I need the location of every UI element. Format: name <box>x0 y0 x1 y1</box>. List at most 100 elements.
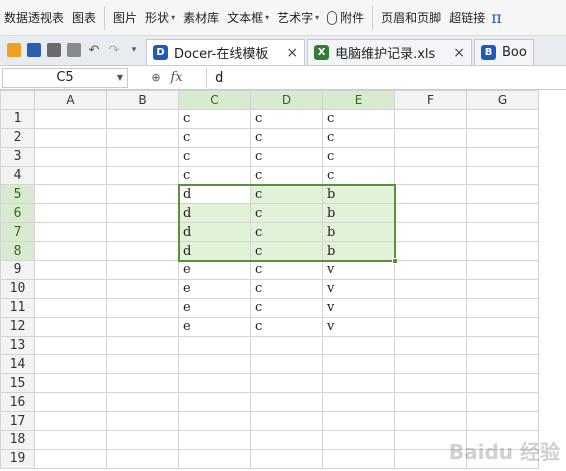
cell-f11[interactable] <box>394 297 467 318</box>
cell-a9[interactable] <box>34 260 107 280</box>
cell-b10[interactable] <box>106 278 179 299</box>
cell-f6[interactable] <box>394 203 467 224</box>
open-folder-icon[interactable] <box>7 43 21 57</box>
cell-b2[interactable] <box>106 127 179 148</box>
cell-f3[interactable] <box>394 146 467 167</box>
cell-e19[interactable] <box>322 448 395 469</box>
cell-f10[interactable] <box>394 278 467 299</box>
cell-e2[interactable]: c <box>322 127 395 148</box>
cell-a19[interactable] <box>34 448 107 469</box>
cell-g13[interactable] <box>466 335 539 356</box>
cell-c9[interactable]: e <box>178 260 251 280</box>
column-header-b[interactable]: B <box>106 90 179 110</box>
ribbon-item-4[interactable]: 素材库 <box>179 0 223 35</box>
row-header-16[interactable]: 16 <box>0 392 35 413</box>
cell-a15[interactable] <box>34 373 107 394</box>
undo-icon[interactable]: ↶ <box>87 43 101 58</box>
cell-f2[interactable] <box>394 127 467 148</box>
ribbon-item-8[interactable]: 页眉和页脚 <box>377 0 445 35</box>
cell-g6[interactable] <box>466 203 539 224</box>
row-header-10[interactable]: 10 <box>0 278 35 299</box>
cell-e14[interactable] <box>322 354 395 375</box>
cell-c13[interactable] <box>178 335 251 356</box>
cell-e10[interactable]: v <box>322 278 395 299</box>
column-header-d[interactable]: D <box>250 90 323 110</box>
cell-e16[interactable] <box>322 392 395 413</box>
cell-g17[interactable] <box>466 411 539 432</box>
cell-a17[interactable] <box>34 411 107 432</box>
cell-g14[interactable] <box>466 354 539 375</box>
cell-f12[interactable] <box>394 316 467 337</box>
cell-c16[interactable] <box>178 392 251 413</box>
insert-function-button[interactable]: fx <box>171 70 183 85</box>
row-header-2[interactable]: 2 <box>0 127 35 148</box>
column-header-g[interactable]: G <box>466 90 539 110</box>
cell-g15[interactable] <box>466 373 539 394</box>
cell-g11[interactable] <box>466 297 539 318</box>
cell-b18[interactable] <box>106 430 179 450</box>
row-header-14[interactable]: 14 <box>0 354 35 375</box>
column-header-e[interactable]: E <box>322 90 395 110</box>
cell-a7[interactable] <box>34 222 107 243</box>
row-header-8[interactable]: 8 <box>0 241 35 262</box>
cell-b4[interactable] <box>106 165 179 186</box>
row-header-12[interactable]: 12 <box>0 316 35 337</box>
row-header-19[interactable]: 19 <box>0 448 35 469</box>
ribbon-item-6[interactable]: 艺术字 ▾ <box>273 0 323 35</box>
tab-document-0[interactable]: D Docer-在线模板 × <box>146 39 306 65</box>
cell-d12[interactable]: c <box>250 316 323 337</box>
cell-c11[interactable]: e <box>178 297 251 318</box>
cell-c12[interactable]: e <box>178 316 251 337</box>
fill-handle[interactable] <box>391 257 398 264</box>
cell-g9[interactable] <box>466 260 539 280</box>
cell-b3[interactable] <box>106 146 179 167</box>
cell-d13[interactable] <box>250 335 323 356</box>
cell-b19[interactable] <box>106 448 179 469</box>
cell-g5[interactable] <box>466 184 539 205</box>
ribbon-item-2[interactable]: 图片 <box>109 0 141 35</box>
cell-a1[interactable] <box>34 108 107 129</box>
cell-a13[interactable] <box>34 335 107 356</box>
ribbon-item-0[interactable]: 数据透视表 <box>0 0 68 35</box>
cell-c17[interactable] <box>178 411 251 432</box>
chevron-down-icon[interactable]: ▾ <box>265 13 269 22</box>
cell-e1[interactable]: c <box>322 108 395 129</box>
cell-a14[interactable] <box>34 354 107 375</box>
column-header-c[interactable]: C <box>178 90 251 110</box>
cell-f17[interactable] <box>394 411 467 432</box>
save-icon[interactable] <box>27 43 41 57</box>
ribbon-item-7[interactable]: 附件 <box>323 0 368 35</box>
cell-e5[interactable]: b <box>322 184 395 205</box>
cell-f13[interactable] <box>394 335 467 356</box>
column-header-f[interactable]: F <box>394 90 467 110</box>
formula-pi-icon[interactable]: π <box>491 8 502 27</box>
cell-d17[interactable] <box>250 411 323 432</box>
chevron-down-icon[interactable]: ▾ <box>315 13 319 22</box>
cell-d16[interactable] <box>250 392 323 413</box>
cell-d10[interactable]: c <box>250 278 323 299</box>
cell-g2[interactable] <box>466 127 539 148</box>
cell-f7[interactable] <box>394 222 467 243</box>
cell-b11[interactable] <box>106 297 179 318</box>
cell-e7[interactable]: b <box>322 222 395 243</box>
ribbon-item-5[interactable]: 文本框 ▾ <box>223 0 273 35</box>
cell-e12[interactable]: v <box>322 316 395 337</box>
cell-a5[interactable] <box>34 184 107 205</box>
cell-f14[interactable] <box>394 354 467 375</box>
cell-g10[interactable] <box>466 278 539 299</box>
close-icon[interactable]: × <box>286 45 298 61</box>
cell-f1[interactable] <box>394 108 467 129</box>
cell-a4[interactable] <box>34 165 107 186</box>
cell-d18[interactable] <box>250 430 323 450</box>
name-box[interactable]: C5 ▼ <box>2 67 128 88</box>
cell-c1[interactable]: c <box>178 108 251 129</box>
cell-g3[interactable] <box>466 146 539 167</box>
tab-document-1[interactable]: X 电脑维护记录.xls × <box>307 39 473 65</box>
cell-c18[interactable] <box>178 430 251 450</box>
cell-e4[interactable]: c <box>322 165 395 186</box>
row-header-1[interactable]: 1 <box>0 108 35 129</box>
cell-b6[interactable] <box>106 203 179 224</box>
cell-e11[interactable]: v <box>322 297 395 318</box>
cell-f9[interactable] <box>394 260 467 280</box>
cell-c4[interactable]: c <box>178 165 251 186</box>
